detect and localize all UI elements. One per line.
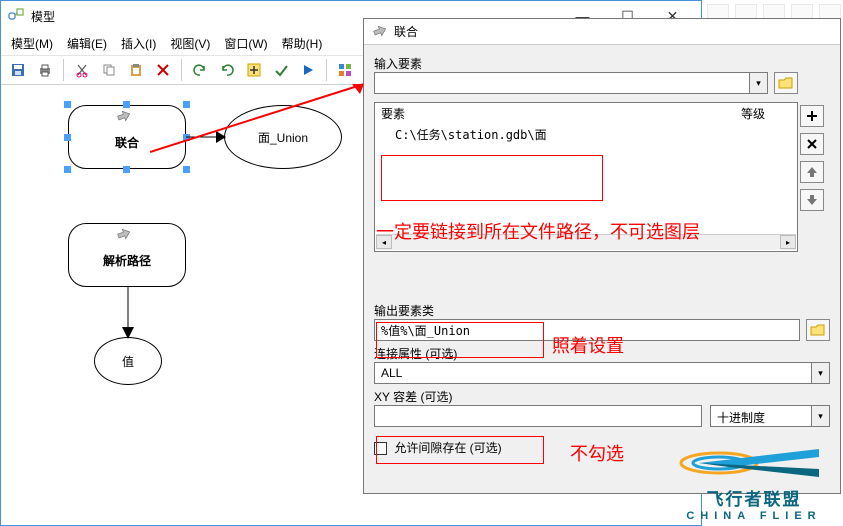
menu-view[interactable]: 视图(V) bbox=[170, 35, 210, 52]
delete-icon[interactable] bbox=[152, 59, 174, 81]
plus-icon bbox=[805, 109, 819, 123]
node-union-output[interactable]: 面_Union bbox=[224, 105, 342, 169]
input-features-label: 输入要素 bbox=[374, 55, 830, 72]
connector-arrow-2 bbox=[121, 287, 135, 339]
node-value[interactable]: 值 bbox=[94, 337, 162, 385]
output-label: 输出要素类 bbox=[374, 302, 830, 319]
menu-insert[interactable]: 插入(I) bbox=[121, 35, 156, 52]
save-icon[interactable] bbox=[7, 59, 29, 81]
validate-icon[interactable] bbox=[270, 59, 292, 81]
add-data-icon[interactable] bbox=[243, 59, 265, 81]
move-up-button[interactable] bbox=[800, 161, 824, 183]
menu-model[interactable]: 模型(M) bbox=[11, 35, 53, 52]
combo-dropdown-icon[interactable]: ▾ bbox=[812, 362, 830, 384]
list-header-rank: 等级 bbox=[741, 105, 791, 122]
menu-edit[interactable]: 编辑(E) bbox=[67, 35, 107, 52]
list-header-element: 要素 bbox=[381, 105, 741, 122]
paste-icon[interactable] bbox=[125, 59, 147, 81]
folder-open-icon bbox=[810, 323, 826, 337]
annotation-2: 照着设置 bbox=[552, 332, 624, 358]
node-union-label: 联合 bbox=[115, 134, 139, 151]
hammer-icon bbox=[116, 110, 138, 124]
app-icon bbox=[7, 7, 25, 25]
watermark: 飞行者联盟 CHINA FLIER bbox=[669, 433, 839, 522]
print-icon[interactable] bbox=[34, 59, 56, 81]
node-parse-path[interactable]: 解析路径 bbox=[68, 223, 186, 287]
highlight-box-output bbox=[376, 322, 544, 358]
browse-input-button[interactable] bbox=[774, 72, 798, 94]
node-union-output-label: 面_Union bbox=[258, 129, 308, 146]
annotation-1: 一定要链接到所在文件路径，不可选图层 bbox=[376, 218, 700, 244]
remove-row-button[interactable] bbox=[800, 133, 824, 155]
cross-icon bbox=[805, 137, 819, 151]
xy-tolerance-label: XY 容差 (可选) bbox=[374, 388, 830, 405]
menu-help[interactable]: 帮助(H) bbox=[282, 35, 323, 52]
undo-icon[interactable] bbox=[189, 59, 211, 81]
join-attr-select[interactable]: ALL bbox=[374, 362, 812, 384]
arrow-up-icon bbox=[805, 165, 819, 179]
move-down-button[interactable] bbox=[800, 189, 824, 211]
annotation-3: 不勾选 bbox=[570, 440, 624, 466]
watermark-cn: 飞行者联盟 bbox=[669, 485, 839, 510]
arrow-down-icon bbox=[805, 193, 819, 207]
menu-window[interactable]: 窗口(W) bbox=[224, 35, 267, 52]
browse-output-button[interactable] bbox=[806, 319, 830, 341]
run-icon[interactable] bbox=[297, 59, 319, 81]
node-value-label: 值 bbox=[122, 353, 134, 370]
union-dialog: 联合 输入要素 ▾ 要素 等级 C:\任务\station.gdb\面 ◂▸ bbox=[363, 18, 841, 494]
cut-icon[interactable] bbox=[71, 59, 93, 81]
hammer-icon bbox=[372, 24, 388, 40]
xy-tolerance-field[interactable] bbox=[374, 405, 702, 427]
xy-unit-select[interactable]: 十进制度 bbox=[710, 405, 812, 427]
dialog-title: 联合 bbox=[394, 23, 418, 40]
dialog-titlebar: 联合 bbox=[364, 19, 840, 45]
hammer-icon bbox=[116, 228, 138, 242]
combo-dropdown-icon[interactable]: ▾ bbox=[812, 405, 830, 427]
highlight-box-checkbox bbox=[376, 436, 544, 464]
input-features-combo[interactable] bbox=[374, 72, 750, 94]
folder-open-icon bbox=[778, 76, 794, 90]
copy-icon[interactable] bbox=[98, 59, 120, 81]
window-title: 模型 bbox=[31, 8, 55, 25]
add-row-button[interactable] bbox=[800, 105, 824, 127]
highlight-box-path bbox=[381, 155, 603, 201]
connector-arrow-1 bbox=[186, 131, 226, 145]
combo-dropdown-icon[interactable]: ▾ bbox=[750, 72, 768, 94]
redo-icon[interactable] bbox=[216, 59, 238, 81]
auto-layout-icon[interactable] bbox=[334, 59, 356, 81]
node-parse-path-label: 解析路径 bbox=[103, 252, 151, 269]
node-union[interactable]: 联合 bbox=[68, 105, 186, 169]
list-row-1[interactable]: C:\任务\station.gdb\面 bbox=[375, 124, 797, 145]
watermark-en: CHINA FLIER bbox=[669, 510, 839, 522]
